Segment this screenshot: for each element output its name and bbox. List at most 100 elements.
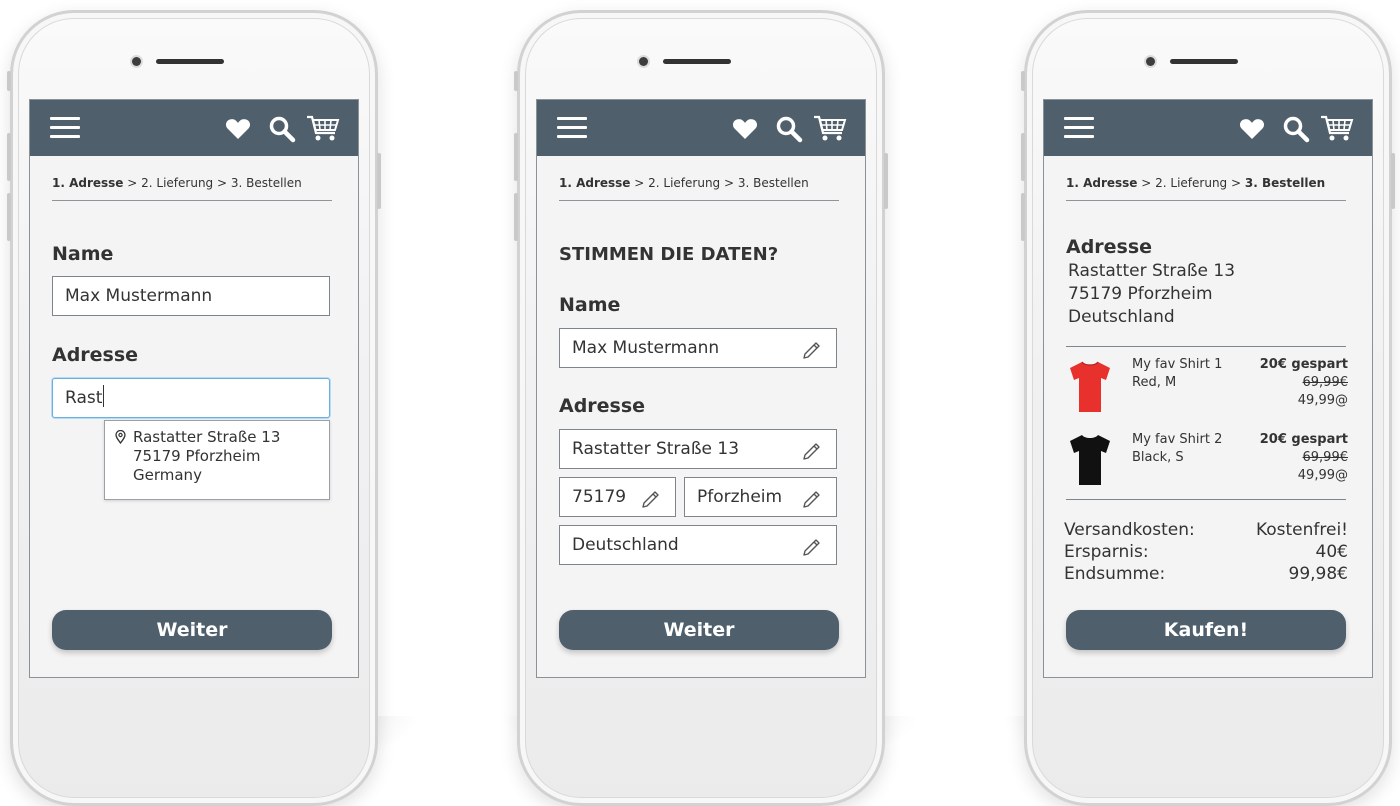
side-button (1021, 71, 1025, 91)
zip-field[interactable]: 75179 (559, 477, 676, 517)
heart-icon[interactable] (1239, 118, 1265, 140)
hamburger-menu-icon[interactable] (557, 117, 587, 139)
phone-mockup-address-entry: 1. Adresse > 2. Lieferung > 3. Bestellen… (7, 10, 381, 806)
breadcrumb-step-order[interactable]: 3. Bestellen (738, 176, 809, 190)
phone-mockup-confirm-data: 1. Adresse > 2. Lieferung > 3. Bestellen… (514, 10, 888, 806)
search-icon[interactable] (775, 115, 803, 143)
continue-button[interactable]: Weiter (52, 610, 332, 650)
item-saving: 20€ gespart (1259, 432, 1348, 447)
continue-button[interactable]: Weiter (559, 610, 839, 650)
savings-label: Ersparnis: (1064, 542, 1149, 562)
total-value: 99,98€ (1288, 564, 1348, 584)
breadcrumb-step-delivery[interactable]: 2. Lieferung (141, 176, 213, 190)
side-button (7, 133, 11, 181)
side-button (884, 153, 888, 209)
side-button (377, 153, 381, 209)
side-button (514, 193, 518, 241)
earpiece-speaker (156, 59, 224, 64)
breadcrumb-separator: > (1227, 176, 1245, 190)
cart-icon[interactable] (306, 114, 340, 142)
hamburger-menu-icon[interactable] (50, 117, 80, 139)
side-button (1391, 153, 1395, 209)
name-field[interactable]: Max Mustermann (559, 328, 837, 368)
breadcrumb-divider (1066, 200, 1346, 201)
front-camera (132, 57, 141, 66)
edit-pencil-icon[interactable] (800, 534, 824, 558)
search-icon[interactable] (268, 115, 296, 143)
item-new-price: 49,99@ (1297, 468, 1348, 483)
savings-row: Ersparnis: 40€ (1064, 542, 1348, 562)
address-label: Adresse (559, 395, 646, 417)
heart-icon[interactable] (732, 118, 758, 140)
item-title: My fav Shirt 2 (1132, 432, 1223, 447)
address-line: Deutschland (1068, 307, 1175, 327)
name-label: Name (559, 294, 621, 316)
cart-icon[interactable] (1320, 114, 1354, 142)
breadcrumb-divider (52, 200, 332, 201)
name-input[interactable]: Max Mustermann (52, 276, 330, 316)
breadcrumb-divider (559, 200, 839, 201)
suggestion-country: Germany (133, 466, 202, 484)
side-button (1021, 133, 1025, 181)
app-bar (1044, 100, 1372, 156)
country-field[interactable]: Deutschland (559, 525, 837, 565)
hamburger-menu-icon[interactable] (1064, 117, 1094, 139)
section-divider (1066, 499, 1346, 500)
buy-button[interactable]: Kaufen! (1066, 610, 1346, 650)
edit-pencil-icon[interactable] (800, 337, 824, 361)
front-camera (1146, 57, 1155, 66)
breadcrumb: 1. Adresse > 2. Lieferung > 3. Bestellen (1066, 176, 1325, 190)
item-old-price: 69,99€ (1302, 450, 1349, 465)
total-label: Endsumme: (1064, 564, 1166, 584)
name-label: Name (52, 243, 114, 265)
breadcrumb: 1. Adresse > 2. Lieferung > 3. Bestellen (559, 176, 809, 190)
edit-pencil-icon[interactable] (639, 486, 663, 510)
address-input[interactable]: Rast (52, 378, 330, 418)
street-field[interactable]: Rastatter Straße 13 (559, 429, 837, 469)
heart-icon[interactable] (225, 118, 251, 140)
black-shirt-image (1070, 435, 1110, 485)
breadcrumb-step-delivery[interactable]: 2. Lieferung (1155, 176, 1227, 190)
address-heading: Adresse (1066, 236, 1153, 258)
country-value: Deutschland (572, 535, 679, 555)
breadcrumb-separator: > (1137, 176, 1156, 190)
breadcrumb-step-order[interactable]: 3. Bestellen (1245, 176, 1325, 190)
side-button (7, 193, 11, 241)
breadcrumb-step-address[interactable]: 1. Adresse (52, 176, 123, 190)
breadcrumb-separator: > (630, 176, 649, 190)
shipping-row: Versandkosten: Kostenfrei! (1064, 520, 1348, 540)
breadcrumb-step-address[interactable]: 1. Adresse (1066, 176, 1137, 190)
app-screen: 1. Adresse > 2. Lieferung > 3. Bestellen… (29, 99, 359, 678)
suggestion-city: 75179 Pforzheim (133, 447, 261, 465)
search-icon[interactable] (1282, 115, 1310, 143)
item-variant: Black, S (1132, 450, 1184, 465)
item-name: My fav Shirt 1 Red, M (1132, 356, 1222, 392)
item-title: My fav Shirt 1 (1132, 357, 1223, 372)
breadcrumb-step-order[interactable]: 3. Bestellen (231, 176, 302, 190)
edit-pencil-icon[interactable] (800, 486, 824, 510)
cart-icon[interactable] (813, 114, 847, 142)
front-camera (639, 57, 648, 66)
name-value: Max Mustermann (572, 338, 720, 358)
total-row: Endsumme: 99,98€ (1064, 564, 1348, 584)
address-input-value: Rast (65, 388, 103, 408)
side-button (514, 133, 518, 181)
zip-value: 75179 (572, 487, 627, 507)
earpiece-speaker (663, 59, 731, 64)
side-button (1021, 193, 1025, 241)
item-saving: 20€ gespart (1259, 357, 1348, 372)
app-bar (537, 100, 865, 156)
breadcrumb-step-address[interactable]: 1. Adresse (559, 176, 630, 190)
text-caret (103, 385, 105, 407)
item-price: 20€ gespart 69,99€ 49,99@ (1260, 431, 1348, 485)
city-field[interactable]: Pforzheim (684, 477, 837, 517)
breadcrumb-step-delivery[interactable]: 2. Lieferung (648, 176, 720, 190)
breadcrumb: 1. Adresse > 2. Lieferung > 3. Bestellen (52, 176, 302, 190)
location-pin-icon (115, 430, 126, 444)
app-screen: 1. Adresse > 2. Lieferung > 3. Bestellen… (1043, 99, 1373, 678)
name-input-value: Max Mustermann (65, 286, 213, 306)
address-suggestion[interactable]: Rastatter Straße 13 75179 Pforzheim Germ… (104, 420, 330, 500)
edit-pencil-icon[interactable] (800, 438, 824, 462)
address-line: 75179 Pforzheim (1068, 284, 1213, 304)
breadcrumb-separator: > (720, 176, 738, 190)
